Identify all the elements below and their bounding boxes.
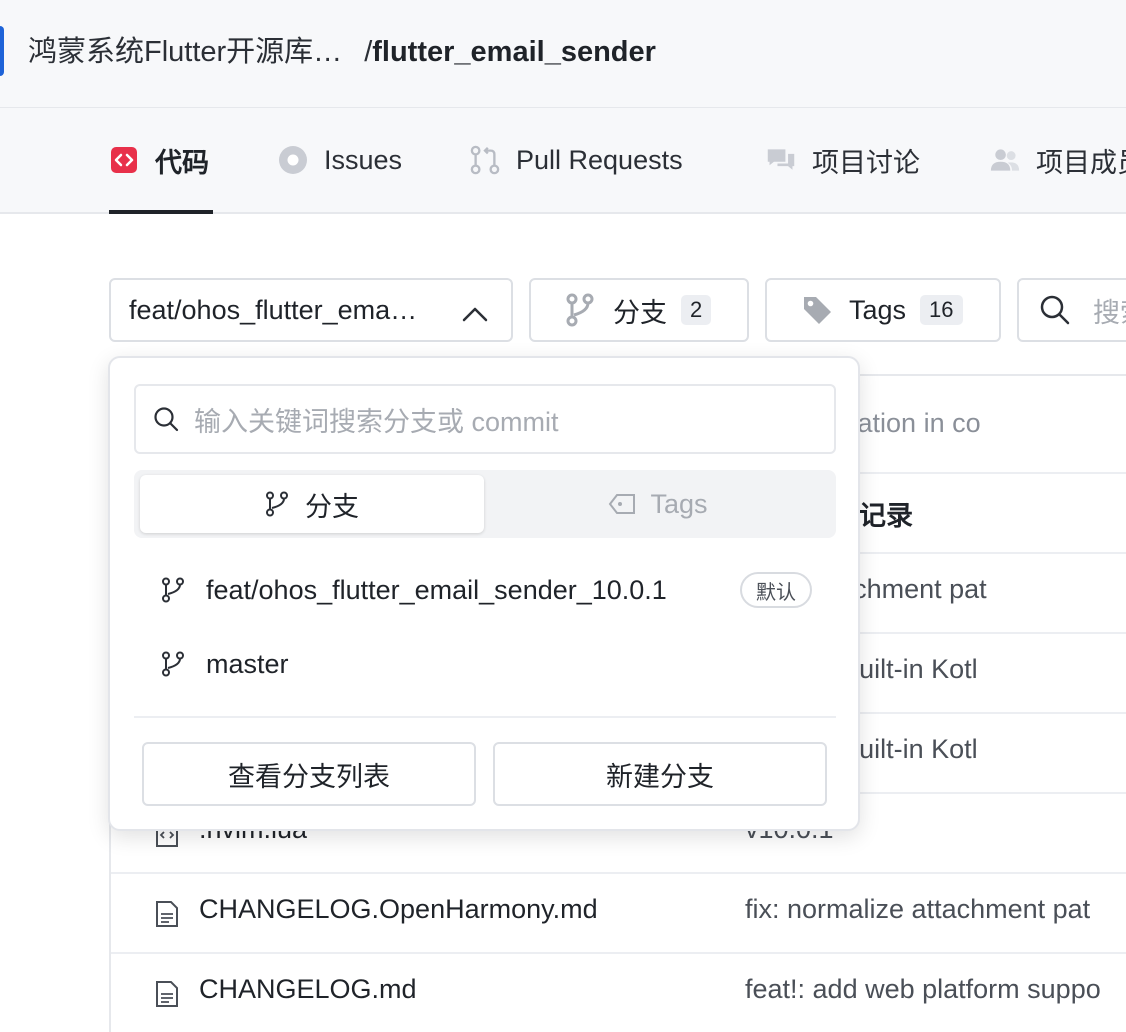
breadcrumb-repo[interactable]: flutter_email_sender xyxy=(372,36,656,68)
branch-icon xyxy=(565,293,595,327)
tab-discussions-label: 项目讨论 xyxy=(812,147,920,178)
seg-tags-label: Tags xyxy=(650,488,708,519)
branch-icon xyxy=(265,491,289,517)
tag-icon xyxy=(608,492,636,516)
breadcrumb: 鸿蒙系统Flutter开源库…/flutter_email_sender xyxy=(28,30,656,74)
seg-branches-label: 分支 xyxy=(305,491,359,522)
table-row[interactable]: CHANGELOG.md feat!: add web platform sup… xyxy=(111,954,1126,1032)
branch-search-input[interactable]: 输入关键词搜索分支或 commit xyxy=(134,384,836,454)
row-file-name[interactable]: CHANGELOG.md xyxy=(199,974,417,1005)
tab-discussions[interactable]: 项目讨论 xyxy=(766,108,920,212)
issue-icon xyxy=(278,145,308,175)
tab-members-label: 项目成员 xyxy=(1036,147,1126,178)
branches-button[interactable]: 分支 2 xyxy=(529,278,749,342)
tags-label: Tags xyxy=(849,294,907,325)
branch-icon xyxy=(160,651,186,677)
branch-item[interactable]: feat/ohos_flutter_email_sender_10.0.1 xyxy=(160,562,667,618)
chevron-up-icon xyxy=(461,300,489,331)
file-search-placeholder: 搜索 xyxy=(1093,297,1126,328)
search-icon xyxy=(1039,294,1071,326)
branch-selector[interactable]: feat/ohos_flutter_ema… xyxy=(109,278,513,342)
table-header-commit: 记录 xyxy=(859,501,913,531)
seg-branches[interactable]: 分支 xyxy=(140,475,484,533)
branch-dropdown: 输入关键词搜索分支或 commit 分支 Tags feat/ohos_flut… xyxy=(108,356,860,831)
discussion-icon xyxy=(766,145,796,175)
branch-item[interactable]: master xyxy=(160,636,289,692)
members-icon xyxy=(990,145,1020,175)
tag-icon xyxy=(801,294,833,326)
branch-name: feat/ohos_flutter_email_sender_10.0.1 xyxy=(206,574,667,605)
pull-request-icon xyxy=(470,145,500,175)
branch-icon xyxy=(160,577,186,603)
branches-count-badge: 2 xyxy=(681,295,712,325)
tab-code-label: 代码 xyxy=(155,147,209,178)
branch-tag-switch: 分支 Tags xyxy=(134,470,836,538)
tab-pull-requests[interactable]: Pull Requests xyxy=(470,108,683,212)
table-row[interactable]: CHANGELOG.OpenHarmony.md fix: normalize … xyxy=(111,874,1126,954)
file-icon xyxy=(155,980,179,1008)
tags-count-badge: 16 xyxy=(920,295,963,325)
tab-issues[interactable]: Issues xyxy=(278,108,402,212)
branches-label: 分支 xyxy=(613,297,667,328)
row-file-name[interactable]: CHANGELOG.OpenHarmony.md xyxy=(199,894,598,925)
branch-search-placeholder: 输入关键词搜索分支或 commit xyxy=(194,406,559,437)
branch-selector-label: feat/ohos_flutter_ema… xyxy=(129,294,418,325)
row-message[interactable]: fix: normalize attachment pat xyxy=(745,894,1090,925)
search-icon xyxy=(152,405,180,433)
tab-code[interactable]: 代码 xyxy=(109,108,213,214)
new-branch-button[interactable]: 新建分支 xyxy=(493,742,827,806)
tab-members[interactable]: 项目成员 xyxy=(990,108,1126,212)
file-icon xyxy=(155,900,179,928)
tab-issues-label: Issues xyxy=(324,144,403,175)
tags-button[interactable]: Tags 16 xyxy=(765,278,1001,342)
row-message[interactable]: feat!: add web platform suppo xyxy=(745,974,1101,1005)
repo-avatar[interactable] xyxy=(0,26,4,76)
code-icon xyxy=(109,145,139,175)
file-search-input[interactable]: 搜索 xyxy=(1017,278,1126,342)
view-branches-button[interactable]: 查看分支列表 xyxy=(142,742,476,806)
tab-pull-requests-label: Pull Requests xyxy=(516,144,683,175)
branch-name: master xyxy=(206,648,289,679)
seg-tags[interactable]: Tags xyxy=(486,475,830,533)
breadcrumb-group[interactable]: 鸿蒙系统Flutter开源库… xyxy=(28,36,342,68)
repo-header: 鸿蒙系统Flutter开源库…/flutter_email_sender xyxy=(0,0,1126,108)
default-badge: 默认 xyxy=(740,572,812,608)
dropdown-divider xyxy=(134,716,836,718)
repo-tabs: 代码 Issues Pull Requests 项目讨论 项目成员 xyxy=(0,108,1126,214)
